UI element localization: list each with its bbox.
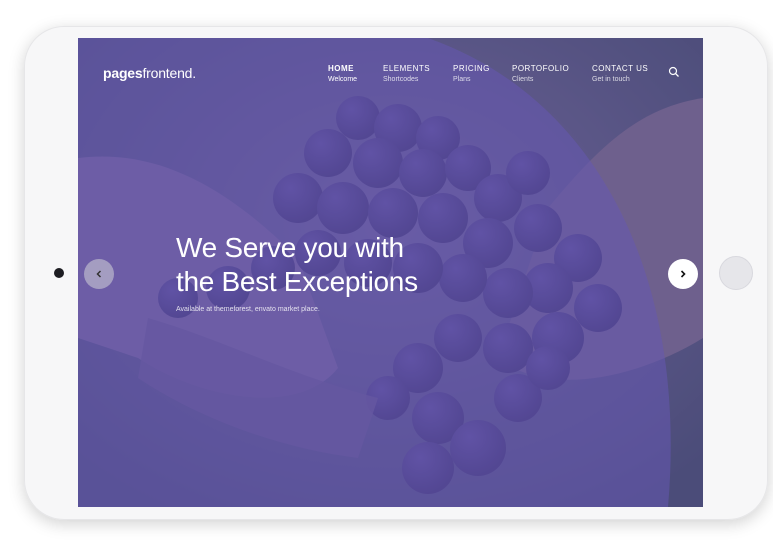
chevron-right-icon <box>680 270 686 278</box>
nav-item-title: ELEMENTS <box>383 64 431 73</box>
tablet-camera <box>54 268 64 278</box>
nav-item-title: PRICING <box>453 64 490 73</box>
hero-title: We Serve you with the Best Exceptions <box>176 231 496 299</box>
hero-title-line-1: We Serve you with <box>176 232 404 263</box>
nav-item-title: CONTACT US <box>592 64 649 73</box>
screen: pagesfrontend. HOME Welcome ELEMENTS Sho… <box>78 38 703 507</box>
chevron-left-icon <box>96 270 102 278</box>
slider-prev-button[interactable] <box>84 259 114 289</box>
nav-item-subtitle: Get in touch <box>592 76 630 83</box>
nav-item-subtitle: Plans <box>453 76 471 83</box>
nav-item-subtitle: Welcome <box>328 76 358 83</box>
nav-item-subtitle: Clients <box>512 76 534 83</box>
search-icon[interactable] <box>668 66 680 78</box>
nav-item-elements[interactable]: ELEMENTS Shortcodes <box>383 64 430 86</box>
nav-item-pricing[interactable]: PRICING Plans <box>453 64 490 86</box>
nav-item-portofolio[interactable]: PORTOFOLIO Clients <box>512 64 569 86</box>
hero-title-line-2: the Best Exceptions <box>176 266 418 297</box>
slider-next-button[interactable] <box>668 259 698 289</box>
nav-item-contact-us[interactable]: CONTACT US Get in touch <box>592 64 648 86</box>
nav-item-title: HOME <box>328 64 354 73</box>
hero-subtitle: Available at themeforest, envato market … <box>176 306 320 313</box>
nav-item-title: PORTOFOLIO <box>512 64 570 73</box>
main-nav: HOME Welcome ELEMENTS Shortcodes PRICING… <box>78 64 703 88</box>
tablet-home-button[interactable] <box>719 256 753 290</box>
nav-item-subtitle: Shortcodes <box>383 76 419 83</box>
nav-item-home[interactable]: HOME Welcome <box>328 64 357 86</box>
